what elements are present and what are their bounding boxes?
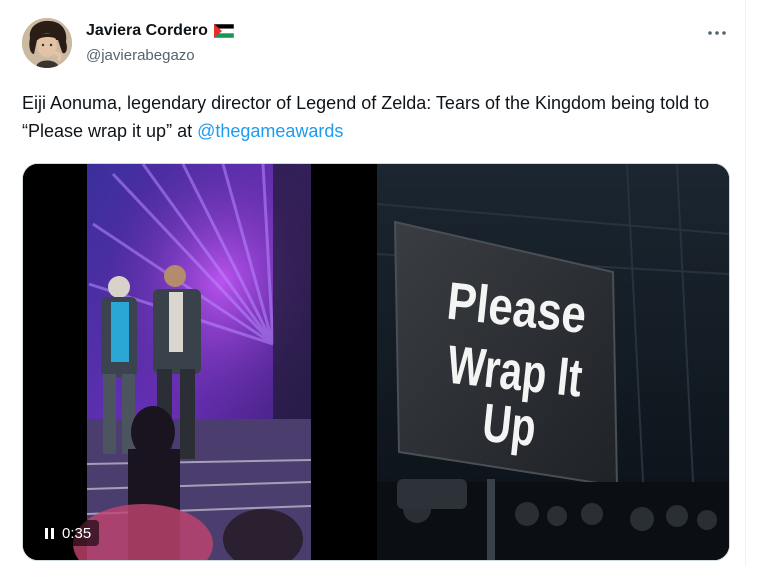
pause-icon[interactable] [45, 527, 54, 539]
media-grid: 0:35 Please Wrap It Up [22, 163, 730, 561]
more-options-button[interactable] [702, 20, 732, 44]
tweet-text: Eiji Aonuma, legendary director of Legen… [22, 89, 737, 145]
video-frame-image [23, 164, 373, 560]
photo-image[interactable]: Please Wrap It Up [376, 164, 729, 560]
video-duration-badge[interactable]: 0:35 [37, 520, 100, 546]
more-options-icon [707, 23, 727, 41]
video-duration: 0:35 [62, 524, 92, 542]
tweet-body: Eiji Aonuma, legendary director of Legen… [22, 93, 710, 141]
sign-line-2: Wrap It Up [444, 335, 585, 459]
sign-line-1: Please [444, 271, 590, 345]
timeline-column-border [745, 0, 746, 566]
author-display-name[interactable]: Javiera Cordero [86, 22, 208, 40]
author-name-row[interactable]: Javiera Cordero [86, 20, 235, 42]
video-player[interactable]: 0:35 [23, 164, 373, 560]
mention-link[interactable]: @thegameawards [197, 121, 343, 141]
avatar[interactable] [22, 18, 72, 68]
author-handle[interactable]: @javierabegazo [86, 47, 195, 64]
palestine-flag-icon [213, 23, 235, 39]
